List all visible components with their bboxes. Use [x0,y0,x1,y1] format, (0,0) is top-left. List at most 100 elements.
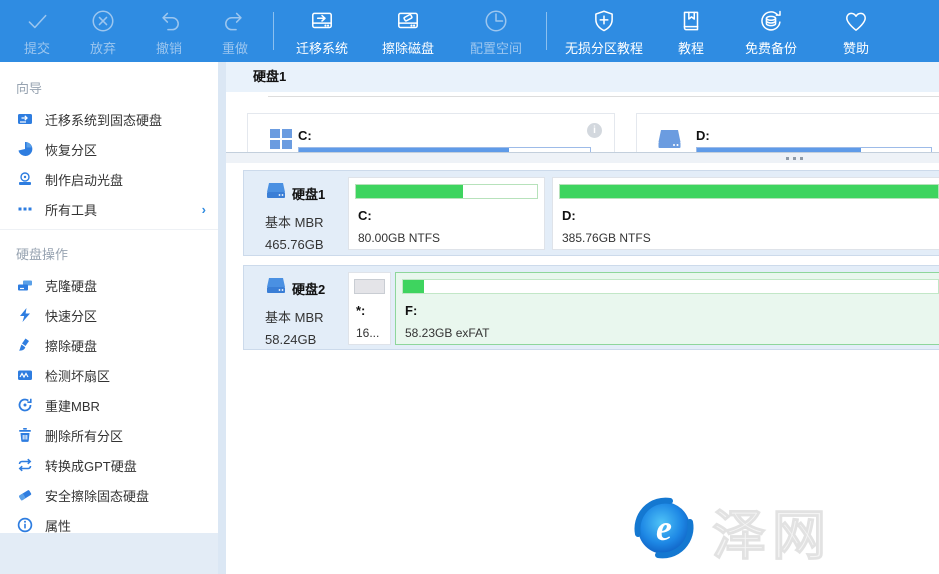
clone-disk-icon [16,277,34,293]
watermark: e 泽网 [630,491,832,570]
partition-usage-bar [355,184,538,199]
disk-eraser-icon [395,6,421,34]
sidebar-item-label: 恢复分区 [45,140,218,159]
pie-recover-icon [16,141,34,157]
disk-list-panel: 硬盘1 基本 MBR 465.76GB C: 80.00GB NTFS [226,163,939,574]
partition-usage-fill [403,280,424,293]
toolbar-item-label: 擦除磁盘 [382,38,434,57]
partition-d[interactable]: D: 385.76GB NTFS [552,177,939,250]
toolbar-item-label: 免费备份 [745,38,797,57]
partition-usage-fill [560,185,938,198]
sidebar-item-label: 删除所有分区 [45,426,218,445]
partition-usage-bar [354,279,385,294]
partition-label: *: [356,303,365,318]
tutorial-button[interactable]: 教程 [656,0,726,62]
sidebar-item-properties[interactable]: 属性 [0,510,218,540]
toolbar-item-label: 迁移系统 [296,38,348,57]
shield-plus-icon [591,6,617,34]
book-icon [678,6,704,34]
hard-disk-icon [656,126,683,152]
lossless-partition-tutorial-button[interactable]: 无损分区教程 [552,0,656,62]
partition-detail: 385.76GB NTFS [562,231,651,245]
brush-icon [16,337,34,353]
chevron-right-icon: › [202,202,206,217]
bad-sector-icon [16,367,34,383]
disk-scheme: 基本 MBR [265,307,351,326]
disk-name: 硬盘1 [292,184,325,203]
sidebar-item-label: 属性 [45,516,218,535]
sidebar-item-quick-partition[interactable]: 快速分区 [0,300,218,330]
disk-row-1[interactable]: 硬盘1 基本 MBR 465.76GB C: 80.00GB NTFS [243,170,939,256]
trash-icon [16,427,34,443]
sidebar-item-check-bad-sectors[interactable]: 检测坏扇区 [0,360,218,390]
sidebar-item-label: 所有工具 [45,200,202,219]
partition-usage-fill [356,185,463,198]
svg-text:e: e [656,508,672,548]
overview-card-d[interactable]: D: [636,113,939,152]
sidebar-item-rebuild-mbr[interactable]: 重建MBR [0,390,218,420]
lightning-icon [16,307,34,323]
space-clock-icon [483,6,509,34]
hard-disk-icon [265,276,287,301]
panel-splitter [226,152,939,163]
partition-unformatted[interactable]: *: 16... [348,272,391,345]
sidebar-item-label: 迁移系统到固态硬盘 [45,110,218,129]
sidebar-item-clone-disk[interactable]: 克隆硬盘 [0,270,218,300]
sidebar-item-delete-all-partitions[interactable]: 删除所有分区 [0,420,218,450]
windows-logo-icon [268,126,294,152]
check-icon [24,6,50,34]
overview-drive-label: D: [696,128,710,143]
backup-cycle-icon [758,6,784,34]
sidebar-item-label: 转换成GPT硬盘 [45,456,218,475]
boot-disc-icon [16,171,34,187]
info-circle-icon [16,517,34,533]
sponsor-button[interactable]: 赞助 [816,0,896,62]
disk1-info[interactable]: 硬盘1 基本 MBR 465.76GB [265,181,351,252]
sidebar-item-recover-partition[interactable]: 恢复分区 [0,134,218,164]
partition-detail: 58.23GB exFAT [405,326,490,340]
sidebar-item-label: 克隆硬盘 [45,276,218,295]
disk2-info[interactable]: 硬盘2 基本 MBR 58.24GB [265,276,351,347]
sidebar-item-label: 安全擦除固态硬盘 [45,486,218,505]
sidebar-item-label: 制作启动光盘 [45,170,218,189]
toolbar-item-label: 提交 [24,38,50,57]
partition-manager-window: 提交 放弃 撤销 重做 迁移系统 [0,0,939,574]
disk-size: 465.76GB [265,237,351,252]
redo-icon [222,6,248,34]
info-icon[interactable]: i [587,123,602,138]
disk-overview-panel: C: i D: [226,92,939,152]
sidebar-item-migrate-os-to-ssd[interactable]: 迁移系统到固态硬盘 [0,104,218,134]
free-backup-button[interactable]: 免费备份 [726,0,816,62]
toolbar-item-label: 无损分区教程 [565,38,643,57]
partition-f-selected[interactable]: F: 58.23GB exFAT [395,272,939,345]
main-toolbar: 提交 放弃 撤销 重做 迁移系统 [0,0,939,62]
sidebar-item-label: 快速分区 [45,306,218,325]
sidebar-item-convert-to-gpt[interactable]: 转换成GPT硬盘 [0,450,218,480]
discard-button[interactable]: 放弃 [70,0,136,62]
partition-label: F: [405,303,417,318]
partition-detail: 80.00GB NTFS [358,231,440,245]
disk-row-2[interactable]: 硬盘2 基本 MBR 58.24GB *: 16... F: 58.23GB e… [243,265,939,350]
overview-drive-label: C: [298,128,312,143]
sidebar-item-wipe-disk[interactable]: 擦除硬盘 [0,330,218,360]
ellipsis-icon [16,201,34,217]
tab-disk1[interactable]: 硬盘1 [226,62,286,92]
undo-button[interactable]: 撤销 [136,0,202,62]
sidebar-item-all-tools[interactable]: 所有工具 › [0,194,218,224]
overview-card-c[interactable]: C: i [247,113,615,152]
partition-c[interactable]: C: 80.00GB NTFS [348,177,545,250]
sidebar-item-make-bootable-disc[interactable]: 制作启动光盘 [0,164,218,194]
migrate-system-button[interactable]: 迁移系统 [279,0,365,62]
erase-disk-button[interactable]: 擦除磁盘 [365,0,451,62]
toolbar-item-label: 教程 [678,38,704,57]
splitter-handle-icon[interactable] [786,157,803,160]
submit-button[interactable]: 提交 [4,0,70,62]
redo-button[interactable]: 重做 [202,0,268,62]
sidebar: 向导 迁移系统到固态硬盘 恢复分区 制作启动光盘 [0,62,218,574]
partition-usage-bar [559,184,939,199]
sidebar-section-disk-operations: 硬盘操作 [0,230,218,270]
disk-tab-band: 硬盘1 [226,62,939,92]
partition-usage-bar [402,279,939,294]
sidebar-item-secure-erase-ssd[interactable]: 安全擦除固态硬盘 [0,480,218,510]
allocate-space-button[interactable]: 配置空间 [451,0,541,62]
